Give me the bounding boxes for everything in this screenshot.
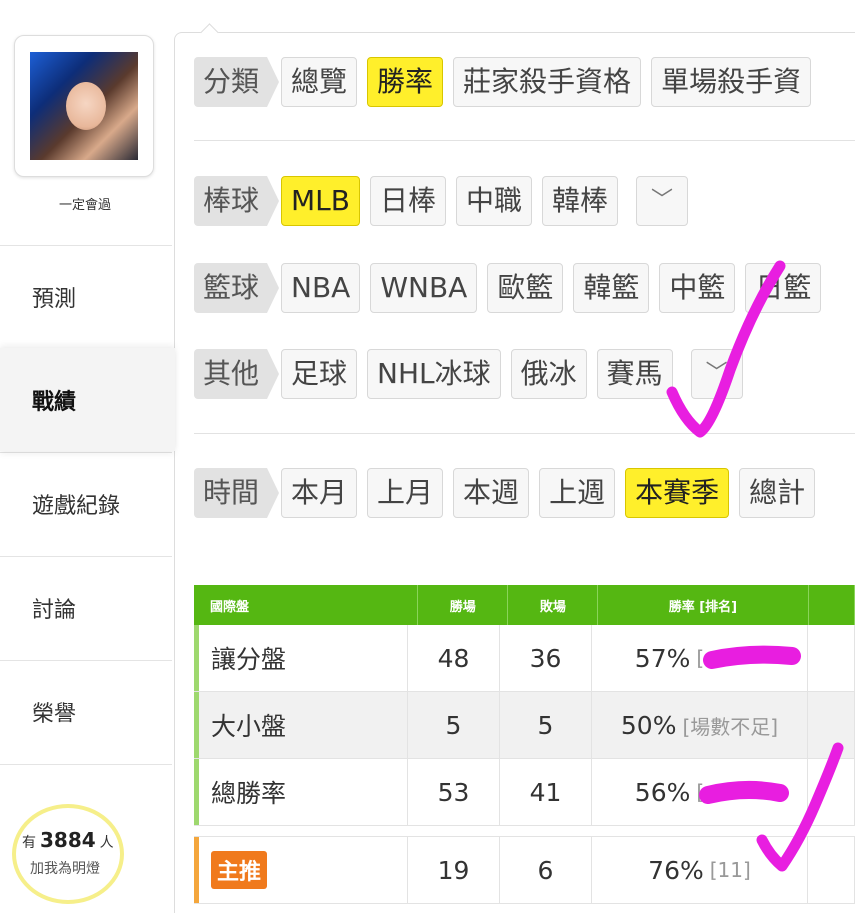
rank-value: [ [696, 780, 704, 804]
row-name: 主推 [194, 837, 408, 903]
row-extra [808, 759, 855, 825]
header-wins: 勝場 [418, 585, 508, 625]
header-win-rate: 勝率 [排名] [598, 585, 808, 625]
row-gap [194, 826, 855, 836]
chip-nhl[interactable]: NHL冰球 [367, 349, 501, 399]
row-wins: 5 [408, 692, 500, 758]
other-filter-row: 其他 足球 NHL冰球 俄冰 賽馬 ﹀ [194, 346, 753, 402]
nav-divider [0, 764, 172, 765]
chip-nba[interactable]: NBA [281, 263, 360, 313]
divider [194, 140, 855, 141]
chip-win-rate[interactable]: 勝率 [367, 57, 443, 107]
row-wins: 19 [408, 837, 500, 903]
avatar-photo [30, 52, 138, 160]
rate-value: 56% [635, 778, 691, 807]
chip-horse-racing[interactable]: 賽馬 [597, 349, 673, 399]
row-name: 讓分盤 [194, 625, 408, 691]
row-extra [808, 625, 855, 691]
baseball-label: 棒球 [194, 176, 267, 226]
row-losses: 5 [500, 692, 592, 758]
other-label: 其他 [194, 349, 267, 399]
rate-value: 50% [621, 711, 677, 740]
table-row-featured: 主推 19 6 76%[11] [194, 836, 855, 904]
featured-badge: 主推 [211, 851, 267, 889]
row-wins: 53 [408, 759, 500, 825]
light-number: 3884 [40, 828, 96, 852]
chip-cpbl[interactable]: 中職 [456, 176, 532, 226]
chip-last-month[interactable]: 上月 [367, 468, 443, 518]
chip-kbo[interactable]: 韓棒 [542, 176, 618, 226]
header-losses: 敗場 [508, 585, 598, 625]
chip-last-week[interactable]: 上週 [539, 468, 615, 518]
chip-japan-basketball[interactable]: 日籃 [745, 263, 821, 313]
chevron-down-icon[interactable]: ﹀ [691, 349, 743, 399]
chip-china-basketball[interactable]: 中籃 [659, 263, 735, 313]
light-count: 有3884人 [22, 828, 114, 852]
nav-item-discussion[interactable]: 討論 [0, 556, 172, 659]
light-prefix: 有 [22, 835, 36, 851]
row-rate: 57%[ [592, 625, 808, 691]
chip-korea-basketball[interactable]: 韓籃 [573, 263, 649, 313]
row-losses: 6 [500, 837, 592, 903]
row-rate: 56%[ [592, 759, 808, 825]
nav-item-game-log[interactable]: 遊戲紀錄 [0, 452, 172, 555]
avatar[interactable] [14, 35, 154, 177]
nav-item-predict[interactable]: 預測 [0, 245, 172, 348]
baseball-filter-row: 棒球 MLB 日棒 中職 韓棒 ﹀ [194, 173, 698, 229]
chip-soccer[interactable]: 足球 [281, 349, 357, 399]
row-wins: 48 [408, 625, 500, 691]
row-name: 大小盤 [194, 692, 408, 758]
row-rate: 50%[場數不足] [592, 692, 808, 758]
chevron-down-icon[interactable]: ﹀ [636, 176, 688, 226]
nav-item-record[interactable]: 戰績 [0, 348, 175, 451]
row-rate: 76%[11] [592, 837, 808, 903]
chip-npb[interactable]: 日棒 [370, 176, 446, 226]
avatar-face [66, 82, 106, 130]
header-market: 國際盤 [194, 585, 418, 625]
basketball-label: 籃球 [194, 263, 267, 313]
light-badge[interactable] [12, 804, 124, 904]
header-extra [809, 585, 855, 625]
nav-item-honor[interactable]: 榮譽 [0, 660, 172, 763]
sidebar: 一定會過 預測 戰績 遊戲紀錄 討論 榮譽 有3884人 加我為明燈 [0, 0, 174, 907]
rate-value: 57% [635, 644, 691, 673]
chip-total[interactable]: 總計 [739, 468, 815, 518]
row-extra [808, 837, 855, 903]
follow-label[interactable]: 加我為明燈 [30, 858, 100, 878]
light-suffix: 人 [100, 835, 114, 851]
row-losses: 36 [500, 625, 592, 691]
chip-this-week[interactable]: 本週 [453, 468, 529, 518]
rate-value: 76% [648, 856, 704, 885]
chip-khl[interactable]: 俄冰 [511, 349, 587, 399]
username: 一定會過 [0, 194, 170, 213]
chip-mlb[interactable]: MLB [281, 176, 360, 226]
chip-wnba[interactable]: WNBA [370, 263, 477, 313]
rank-value: [11] [710, 858, 751, 882]
time-filter-row: 時間 本月 上月 本週 上週 本賽季 總計 [194, 465, 825, 521]
chip-euro-basketball[interactable]: 歐籃 [487, 263, 563, 313]
divider [194, 433, 855, 434]
chip-banker-killer[interactable]: 莊家殺手資格 [453, 57, 641, 107]
chip-overview[interactable]: 總覽 [281, 57, 357, 107]
row-name: 總勝率 [194, 759, 408, 825]
chip-this-month[interactable]: 本月 [281, 468, 357, 518]
row-losses: 41 [500, 759, 592, 825]
table-row: 大小盤 5 5 50%[場數不足] [194, 692, 855, 759]
table-header: 國際盤 勝場 敗場 勝率 [排名] [194, 585, 855, 625]
rank-value: [ [696, 646, 704, 670]
table-row: 讓分盤 48 36 57%[ [194, 625, 855, 692]
category-label: 分類 [194, 57, 267, 107]
rank-value: [場數不足] [682, 711, 778, 740]
time-label: 時間 [194, 468, 267, 518]
basketball-filter-row: 籃球 NBA WNBA 歐籃 韓籃 中籃 日籃 [194, 260, 831, 316]
table-row: 總勝率 53 41 56%[ [194, 759, 855, 826]
row-extra [808, 692, 855, 758]
category-filter-row: 分類 總覽 勝率 莊家殺手資格 單場殺手資 [194, 54, 821, 110]
stats-table: 國際盤 勝場 敗場 勝率 [排名] 讓分盤 48 36 57%[ 大小盤 5 5… [194, 585, 855, 904]
chip-this-season[interactable]: 本賽季 [625, 468, 729, 518]
chip-single-killer[interactable]: 單場殺手資 [651, 57, 811, 107]
